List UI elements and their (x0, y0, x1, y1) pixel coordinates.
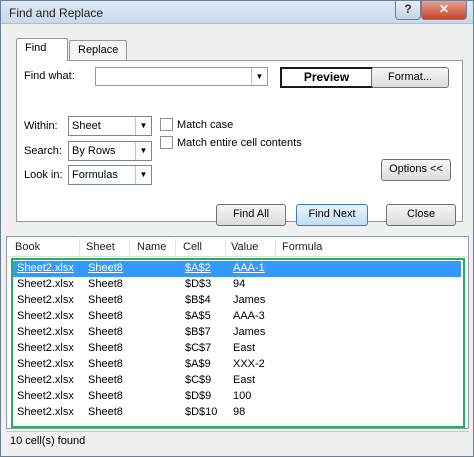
cell-book: Sheet2.xlsx (17, 294, 74, 306)
column-header-book[interactable]: Book (15, 241, 40, 253)
table-row[interactable]: Sheet2.xlsx Sheet8 $D$3 94 (13, 277, 461, 293)
table-row[interactable]: Sheet2.xlsx Sheet8 $A$9 XXX-2 (13, 357, 461, 373)
cell-book: Sheet2.xlsx (17, 342, 74, 354)
chevron-down-icon[interactable] (135, 166, 151, 184)
within-label: Within: (24, 120, 58, 132)
look-in-select[interactable]: Formulas (68, 165, 152, 185)
chevron-down-icon[interactable] (135, 117, 151, 135)
cell-book: Sheet2.xlsx (17, 406, 74, 418)
cell-cell: $C$7 (185, 342, 212, 354)
cell-book: Sheet2.xlsx (17, 310, 74, 322)
look-in-label: Look in: (24, 169, 63, 181)
cell-book: Sheet2.xlsx (17, 278, 74, 290)
cell-cell: $A$5 (185, 310, 211, 322)
match-entire-checkbox[interactable] (160, 136, 173, 149)
column-header-name[interactable]: Name (137, 241, 166, 253)
cell-value: XXX-2 (233, 358, 265, 370)
cell-sheet: Sheet8 (88, 278, 123, 290)
results-list[interactable]: Book Sheet Name Cell Value Formula Sheet… (6, 236, 469, 429)
cell-sheet: Sheet8 (88, 374, 123, 386)
cell-book: Sheet2.xlsx (17, 358, 74, 370)
find-next-button[interactable]: Find Next (296, 204, 368, 226)
cell-cell: $A$9 (185, 358, 211, 370)
options-button[interactable]: Options << (381, 159, 451, 181)
title-bar: Find and Replace ? ✕ (1, 1, 473, 24)
cell-cell: $C$9 (185, 374, 212, 386)
cell-cell: $B$4 (185, 294, 211, 306)
cell-sheet: Sheet8 (88, 358, 123, 370)
cell-sheet: Sheet8 (88, 390, 123, 402)
table-row[interactable]: Sheet2.xlsx Sheet8 $A$2 AAA-1 (13, 261, 461, 277)
find-panel: Find what: Preview Format... Within: She… (16, 60, 463, 222)
cell-value: 98 (233, 406, 246, 418)
column-header-value[interactable]: Value (231, 241, 258, 253)
status-text: 10 cell(s) found (10, 435, 86, 447)
match-case-checkbox[interactable] (160, 118, 173, 131)
cell-sheet: Sheet8 (88, 310, 123, 322)
column-header-cell[interactable]: Cell (183, 241, 202, 253)
cell-cell: $D$3 (185, 278, 212, 290)
close-button[interactable]: Close (386, 204, 456, 226)
column-header-sheet[interactable]: Sheet (86, 241, 115, 253)
window-title: Find and Replace (9, 6, 104, 20)
cell-sheet: Sheet8 (88, 406, 123, 418)
help-button[interactable]: ? (395, 1, 421, 20)
chevron-down-icon[interactable] (135, 142, 151, 160)
tab-find[interactable]: Find (16, 38, 68, 61)
cell-value: James (233, 326, 266, 338)
status-bar: 10 cell(s) found (6, 431, 469, 453)
cell-book: Sheet2.xlsx (17, 326, 74, 338)
cell-sheet: Sheet8 (88, 326, 123, 338)
table-row[interactable]: Sheet2.xlsx Sheet8 $C$9 East (13, 373, 461, 389)
column-header-formula[interactable]: Formula (282, 241, 322, 253)
results-header: Book Sheet Name Cell Value Formula (7, 237, 468, 257)
search-label: Search: (24, 145, 62, 157)
match-case-label: Match case (177, 119, 234, 131)
cell-book: Sheet2.xlsx (17, 262, 74, 274)
match-entire-label: Match entire cell contents (177, 137, 302, 149)
cell-value: East (233, 342, 256, 354)
search-select[interactable]: By Rows (68, 141, 152, 161)
dialog-body: Find Replace Find what: Preview Format..… (6, 28, 469, 233)
cell-sheet: Sheet8 (88, 342, 123, 354)
find-what-input[interactable] (95, 67, 268, 86)
within-select[interactable]: Sheet (68, 116, 152, 136)
table-row[interactable]: Sheet2.xlsx Sheet8 $D$9 100 (13, 389, 461, 405)
table-row[interactable]: Sheet2.xlsx Sheet8 $B$7 James (13, 325, 461, 341)
cell-value: AAA-3 (233, 310, 265, 322)
cell-cell: $B$7 (185, 326, 211, 338)
close-window-button[interactable]: ✕ (421, 1, 467, 20)
cell-sheet: Sheet8 (88, 262, 123, 274)
cell-cell: $A$2 (185, 262, 211, 274)
cell-sheet: Sheet8 (88, 294, 123, 306)
tab-replace[interactable]: Replace (69, 40, 127, 60)
cell-value: 94 (233, 278, 246, 290)
cell-cell: $D$10 (185, 406, 218, 418)
chevron-down-icon[interactable] (251, 68, 267, 85)
find-replace-dialog: Find and Replace ? ✕ Find Replace Find w… (0, 0, 474, 457)
find-what-label: Find what: (24, 70, 75, 82)
preview-button[interactable]: Preview (280, 67, 373, 88)
cell-value: AAA-1 (233, 262, 265, 274)
format-button[interactable]: Format... (371, 67, 449, 88)
cell-book: Sheet2.xlsx (17, 390, 74, 402)
find-all-button[interactable]: Find All (216, 204, 286, 226)
cell-value: James (233, 294, 266, 306)
cell-value: East (233, 374, 256, 386)
cell-cell: $D$9 (185, 390, 212, 402)
cell-value: 100 (233, 390, 252, 402)
table-row[interactable]: Sheet2.xlsx Sheet8 $D$10 98 (13, 405, 461, 421)
cell-book: Sheet2.xlsx (17, 374, 74, 386)
table-row[interactable]: Sheet2.xlsx Sheet8 $C$7 East (13, 341, 461, 357)
table-row[interactable]: Sheet2.xlsx Sheet8 $A$5 AAA-3 (13, 309, 461, 325)
table-row[interactable]: Sheet2.xlsx Sheet8 $B$4 James (13, 293, 461, 309)
